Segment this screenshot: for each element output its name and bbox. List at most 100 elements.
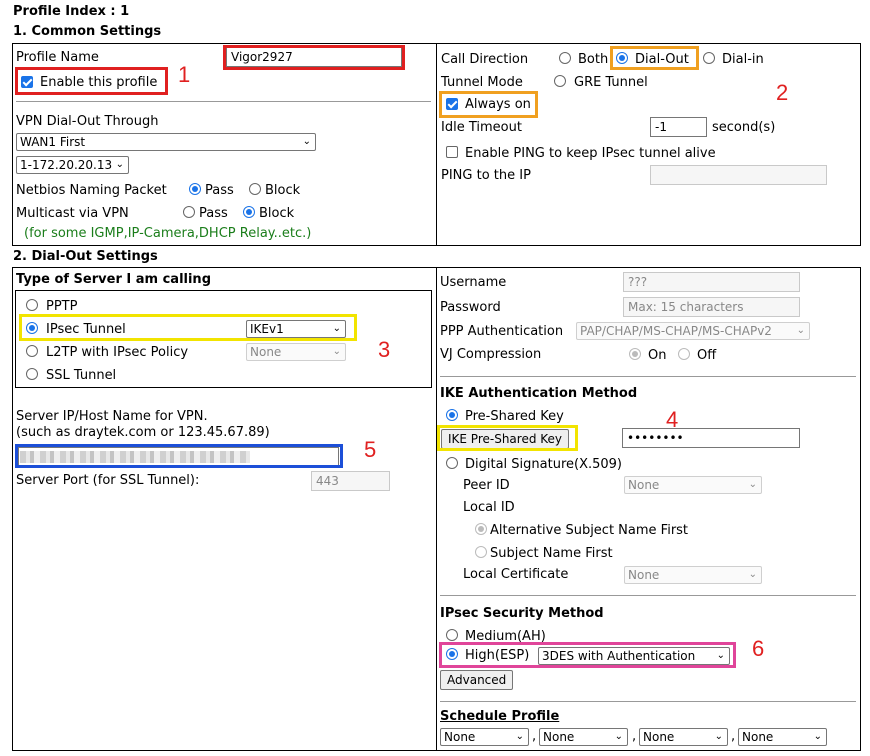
l2tp-policy-value: None xyxy=(250,345,282,359)
profile-index: Profile Index : 1 xyxy=(13,4,130,19)
local-id-label: Local ID xyxy=(463,500,515,515)
comma: , xyxy=(632,729,637,744)
annotation-3: 3 xyxy=(378,337,391,362)
annotation-6: 6 xyxy=(752,636,765,661)
ping-ip-label: PING to the IP xyxy=(441,168,531,183)
server-host-hint: (such as draytek.com or 123.45.67.89) xyxy=(16,425,270,440)
server-type-title: Type of Server I am calling xyxy=(16,272,211,287)
schedule-value: None xyxy=(444,730,476,744)
idle-timeout-unit: second(s) xyxy=(712,120,776,135)
annotation-5: 5 xyxy=(364,437,377,462)
multicast-label: Multicast via VPN xyxy=(16,206,129,221)
ip-value: 1-172.20.20.13 xyxy=(20,158,113,172)
schedule-select-4[interactable]: None ⌄ xyxy=(738,728,827,746)
local-cert-label: Local Certificate xyxy=(463,567,569,582)
multicast-block-radio[interactable] xyxy=(243,206,255,218)
subject-first-radio[interactable] xyxy=(475,546,487,558)
multicast-pass-radio[interactable] xyxy=(183,206,195,218)
divider xyxy=(440,376,856,377)
ssl-radio[interactable] xyxy=(26,368,38,380)
chevron-down-icon: ⌄ xyxy=(115,159,124,170)
digital-sig-radio[interactable] xyxy=(446,457,458,469)
netbios-label: Netbios Naming Packet xyxy=(16,183,167,198)
enable-ping-label: Enable PING to keep IPsec tunnel alive xyxy=(465,146,716,161)
divider xyxy=(440,595,856,596)
password-input[interactable]: Max: 15 characters xyxy=(623,297,800,317)
gre-tunnel-radio[interactable] xyxy=(554,75,566,87)
chevron-down-icon: ⌄ xyxy=(614,731,623,742)
ip-select[interactable]: 1-172.20.20.13 ⌄ xyxy=(16,156,129,174)
idle-timeout-input[interactable]: -1 xyxy=(650,117,707,137)
l2tp-policy-select[interactable]: None ⌄ xyxy=(246,343,346,361)
peer-id-value: None xyxy=(628,478,660,492)
username-input[interactable]: ??? xyxy=(623,272,800,292)
idle-timeout-label: Idle Timeout xyxy=(441,120,522,135)
username-label: Username xyxy=(440,275,507,290)
pptp-label: PPTP xyxy=(46,299,78,314)
enable-ping-checkbox[interactable] xyxy=(446,146,458,158)
schedule-select-1[interactable]: None ⌄ xyxy=(440,728,529,746)
advanced-button[interactable]: Advanced xyxy=(440,670,514,690)
server-host-label: Server IP/Host Name for VPN. xyxy=(16,409,208,424)
digital-sig-label: Digital Signature(X.509) xyxy=(465,457,623,472)
ping-ip-input[interactable] xyxy=(650,165,827,185)
dialout-divider xyxy=(436,267,437,751)
vpn-through-label: VPN Dial-Out Through xyxy=(16,114,159,129)
server-port-input[interactable]: 443 xyxy=(311,471,390,491)
tunnel-mode-label: Tunnel Mode xyxy=(441,75,523,90)
profile-name-label: Profile Name xyxy=(16,50,99,65)
netbios-block-radio[interactable] xyxy=(249,183,261,195)
netbios-block-label: Block xyxy=(265,183,301,198)
call-dialin-radio[interactable] xyxy=(703,52,715,64)
annotation-4: 4 xyxy=(666,407,679,432)
psk-radio[interactable] xyxy=(446,409,458,421)
ppp-auth-value: PAP/CHAP/MS-CHAP/MS-CHAPv2 xyxy=(580,324,772,338)
highlight-enable-profile xyxy=(15,67,168,95)
chevron-down-icon: ⌄ xyxy=(748,569,757,580)
local-cert-value: None xyxy=(628,568,660,582)
vj-on-label: On xyxy=(648,348,667,363)
psk-input[interactable]: •••••••• xyxy=(622,428,800,448)
chevron-down-icon: ⌄ xyxy=(813,731,822,742)
peer-id-label: Peer ID xyxy=(463,478,510,493)
chevron-down-icon: ⌄ xyxy=(796,325,805,336)
call-direction-label: Call Direction xyxy=(441,52,529,67)
server-port-label: Server Port (for SSL Tunnel): xyxy=(16,473,200,488)
ipsec-method-title: IPsec Security Method xyxy=(440,606,604,621)
alt-subject-radio[interactable] xyxy=(475,523,487,535)
highlight-server-host xyxy=(15,444,343,468)
vj-off-label: Off xyxy=(697,348,717,363)
vj-off-radio[interactable] xyxy=(678,348,690,360)
local-cert-select[interactable]: None ⌄ xyxy=(624,566,762,584)
vpn-through-select[interactable]: WAN1 First ⌄ xyxy=(16,133,316,151)
schedule-select-2[interactable]: None ⌄ xyxy=(539,728,628,746)
ssl-label: SSL Tunnel xyxy=(46,368,117,383)
highlight-always-on xyxy=(439,91,538,118)
pptp-radio[interactable] xyxy=(26,299,38,311)
ppp-auth-select[interactable]: PAP/CHAP/MS-CHAP/MS-CHAPv2 ⌄ xyxy=(576,322,810,340)
chevron-down-icon: ⌄ xyxy=(332,346,341,357)
highlight-profile-name xyxy=(223,45,405,70)
password-label: Password xyxy=(440,300,501,315)
multicast-note: (for some IGMP,IP-Camera,DHCP Relay..etc… xyxy=(24,226,312,241)
netbios-pass-radio[interactable] xyxy=(189,183,201,195)
highlight-esp xyxy=(439,642,736,668)
schedule-value: None xyxy=(643,730,675,744)
highlight-ipsec xyxy=(19,314,357,341)
peer-id-select[interactable]: None ⌄ xyxy=(624,476,762,494)
schedule-select-3[interactable]: None ⌄ xyxy=(639,728,728,746)
subject-first-label: Subject Name First xyxy=(490,546,613,561)
chevron-down-icon: ⌄ xyxy=(748,479,757,490)
comma: , xyxy=(731,729,736,744)
multicast-block-label: Block xyxy=(259,206,295,221)
vj-label: VJ Compression xyxy=(440,347,542,362)
l2tp-radio[interactable] xyxy=(26,345,38,357)
vj-on-radio[interactable] xyxy=(629,348,641,360)
schedule-title: Schedule Profile xyxy=(440,709,560,724)
netbios-pass-label: Pass xyxy=(205,183,234,198)
call-both-radio[interactable] xyxy=(559,52,571,64)
section-dialout-title: 2. Dial-Out Settings xyxy=(13,249,158,264)
comma: , xyxy=(532,729,537,744)
schedule-value: None xyxy=(742,730,774,744)
medium-ah-radio[interactable] xyxy=(446,629,458,641)
